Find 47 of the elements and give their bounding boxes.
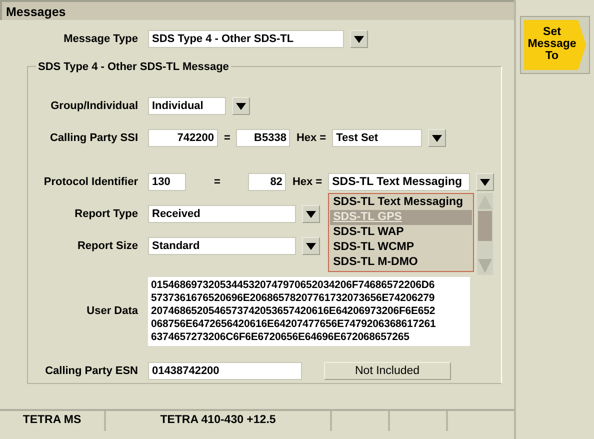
dropdown-button[interactable] <box>232 97 250 115</box>
field-label: Calling Party ESN <box>44 364 139 379</box>
caret-icon <box>354 36 364 42</box>
dropdown-button[interactable] <box>302 237 320 255</box>
window-title: Messages <box>0 0 514 20</box>
status-segment: TETRA MS <box>0 411 106 431</box>
equals-sign: = <box>214 174 220 190</box>
menu-item[interactable]: SDS-TL Text Messaging <box>330 195 472 210</box>
not-included-button[interactable]: Not Included <box>324 362 451 380</box>
hex-label: Hex = <box>296 130 326 146</box>
caret-icon <box>432 134 442 142</box>
select-field[interactable]: Received <box>148 205 296 223</box>
scrollbar[interactable] <box>477 193 494 275</box>
input-field[interactable]: 01438742200 <box>148 362 302 380</box>
set-message-button[interactable]: Set Message To <box>520 16 590 74</box>
select-field[interactable]: SDS-TL Text Messaging <box>328 173 470 191</box>
input-field[interactable]: 742200 <box>148 129 218 147</box>
field-label: Protocol Identifier <box>42 174 139 190</box>
data-text-area[interactable]: 01546869732053445320747970652034206F74686572206D6 5737361676520696E20686578207761732073656E74206279 2074686520546573742053657420616E64206973206F6E652 068756E6472656420616E64207477656E7479206368617261 6374657273206C6F6E6720656E64696E672068657265 <box>148 277 470 346</box>
equals-sign: = <box>224 130 230 146</box>
caret-icon <box>236 102 246 110</box>
caret-icon <box>306 210 316 218</box>
input-field[interactable]: B5338 <box>236 129 290 147</box>
status-segment: TETRA 410-430 +12.5 <box>106 411 332 431</box>
group-title: SDS Type 4 - Other SDS-TL Message <box>36 59 231 76</box>
select-field[interactable]: Test Set <box>332 129 422 147</box>
dropdown-button[interactable] <box>428 129 446 147</box>
field-label: User Data <box>86 304 139 320</box>
dropdown-button[interactable] <box>350 30 368 48</box>
field-label: Calling Party SSI <box>48 130 139 146</box>
menu-item[interactable]: SDS-TL M-DMO <box>330 255 472 270</box>
field-label: Group/Individual <box>50 98 139 114</box>
field-label: Report Size <box>76 238 139 254</box>
dropdown-button[interactable] <box>302 205 320 223</box>
input-field[interactable]: 130 <box>148 173 186 191</box>
hex-label: Hex = <box>292 174 322 190</box>
select-field[interactable]: Individual <box>148 97 226 115</box>
caret-icon <box>306 242 316 250</box>
caret-icon <box>480 178 490 186</box>
select-field[interactable]: Standard <box>148 237 296 255</box>
menu-item[interactable]: SDS-TL WAP <box>330 225 472 240</box>
field-label: Report Type <box>74 206 139 222</box>
input-field[interactable]: 82 <box>248 173 286 191</box>
menu-item[interactable]: SDS-TL WCMP <box>330 240 472 255</box>
select-field[interactable]: SDS Type 4 - Other SDS-TL <box>148 30 344 48</box>
field-label: Message Type <box>62 32 139 47</box>
dropdown-button[interactable] <box>476 173 494 191</box>
